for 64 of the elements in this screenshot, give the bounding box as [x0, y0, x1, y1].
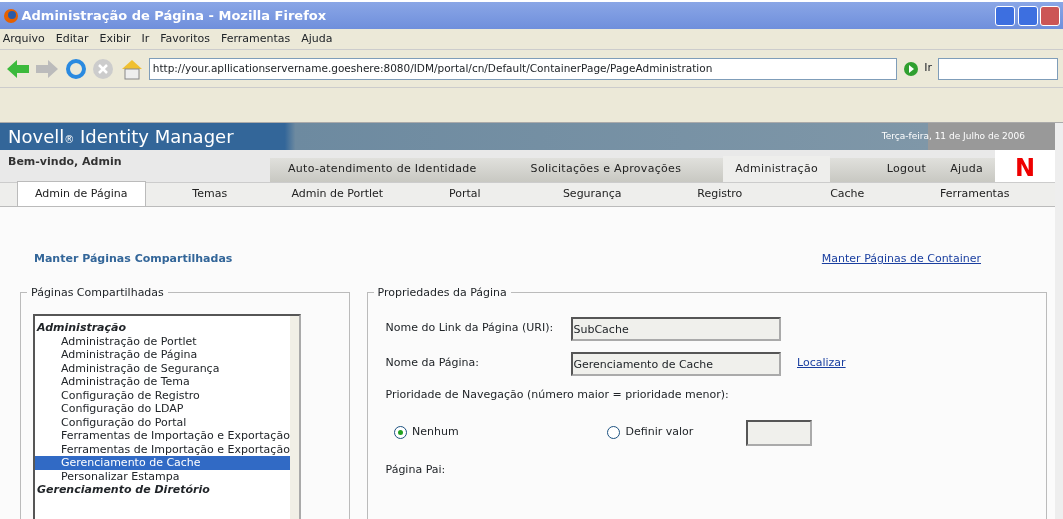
sub-tab[interactable]: Segurança: [528, 181, 656, 206]
sub-tab[interactable]: Temas: [146, 181, 274, 206]
panel-legend: Propriedades da Página: [373, 284, 511, 301]
list-item[interactable]: Administração de Página: [35, 348, 290, 362]
stop-icon[interactable]: [92, 57, 114, 80]
list-item[interactable]: Ferramentas de Importação e Exportação: [35, 429, 290, 443]
main-tab[interactable]: Solicitações e Aprovações: [518, 155, 694, 182]
locate-link[interactable]: Localizar: [797, 355, 846, 372]
menu-item[interactable]: Ajuda: [301, 30, 333, 48]
field-label: Nome da Página:: [385, 355, 480, 372]
list-item[interactable]: Configuração do Portal: [35, 415, 290, 429]
utility-link[interactable]: Ajuda: [938, 155, 995, 182]
date-text: Terça-feira, 11 de Julho de 2006: [881, 129, 1026, 143]
field-label: Nome do Link da Página (URI):: [385, 320, 555, 337]
radio-label: Nenhum: [412, 424, 460, 441]
menu-item[interactable]: Exibir: [99, 30, 131, 48]
close-button[interactable]: [1040, 5, 1061, 26]
forward-arrow-icon[interactable]: [35, 58, 59, 79]
list-item[interactable]: Gerenciamento de Cache: [35, 456, 290, 470]
sub-tab[interactable]: Cache: [783, 181, 911, 206]
page-scrollbar[interactable]: [1055, 123, 1063, 519]
container-pages-link[interactable]: Manter Páginas de Container: [821, 251, 981, 268]
brand-logo: N: [995, 150, 1055, 182]
list-item[interactable]: Ferramentas de Importação e Exportação: [35, 442, 290, 456]
sub-tab[interactable]: Portal: [401, 181, 529, 206]
browser-logo-icon: [2, 7, 19, 24]
utility-link[interactable]: Logout: [874, 155, 939, 182]
panel-legend: Páginas Compartilhadas: [27, 284, 168, 301]
menu-item[interactable]: Ferramentas: [220, 30, 291, 48]
window-title: Administração de Página - Mozilla Firefox: [21, 6, 328, 25]
menu-item[interactable]: Ir: [141, 30, 150, 48]
sub-tab[interactable]: Ferramentas: [911, 181, 1039, 206]
list-item[interactable]: Configuração de Registro: [35, 388, 290, 402]
menu-item[interactable]: Favoritos: [160, 30, 210, 48]
radio-button[interactable]: [607, 426, 620, 439]
go-icon[interactable]: [902, 60, 919, 77]
field-label: Prioridade de Navegação (número maior = prioridade menor):: [385, 386, 730, 403]
sub-tab[interactable]: Admin de Página: [16, 180, 146, 206]
priority-value-field[interactable]: [745, 419, 812, 446]
menu-item[interactable]: Editar: [55, 30, 89, 48]
back-arrow-icon[interactable]: [5, 58, 30, 79]
radio-button[interactable]: [393, 426, 407, 439]
list-group-heading[interactable]: Gerenciamento de Diretório: [35, 483, 290, 497]
menu-item[interactable]: Arquivo: [2, 30, 45, 48]
list-scrollbar[interactable]: [289, 315, 299, 519]
sub-tab[interactable]: Registro: [656, 181, 784, 206]
list-group-heading[interactable]: Administração: [35, 321, 290, 335]
list-item[interactable]: Administração de Portlet: [35, 334, 290, 348]
url-field[interactable]: http://your.apllicationservername.goeshere:8080/IDM/portal/cn/Default/ContainerPage/PageAdministration: [149, 57, 898, 80]
radio-label: Definir valor: [625, 424, 695, 441]
page-name-field[interactable]: Gerenciamento de Cache: [570, 351, 781, 376]
list-item[interactable]: Administração de Segurança: [35, 361, 290, 375]
go-button[interactable]: Ir: [924, 60, 932, 77]
welcome-text: Bem-vindo, Admin: [7, 154, 123, 170]
list-item[interactable]: Configuração do LDAP: [35, 402, 290, 416]
main-tab[interactable]: Auto-atendimento de Identidade: [276, 155, 489, 182]
main-tab[interactable]: Administração: [723, 155, 830, 182]
search-field[interactable]: [937, 57, 1058, 80]
link-name-field[interactable]: SubCache: [570, 316, 781, 341]
list-item[interactable]: Administração de Tema: [35, 375, 290, 389]
shared-pages-link[interactable]: Manter Páginas Compartilhadas: [34, 251, 233, 268]
list-item[interactable]: Personalizar Estampa: [35, 469, 290, 483]
sub-tab[interactable]: Admin de Portlet: [273, 181, 401, 206]
field-label: Página Pai:: [385, 463, 446, 476]
